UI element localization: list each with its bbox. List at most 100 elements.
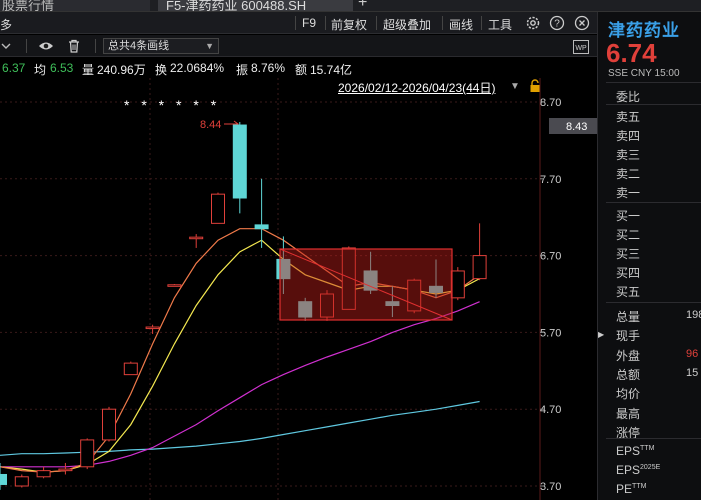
valuation-label-suffix: TTM xyxy=(640,445,655,452)
ask-level-label: 卖五 xyxy=(616,110,641,124)
stat-label: 总量 xyxy=(616,310,641,324)
settings-gear-icon[interactable] xyxy=(525,15,541,31)
stat-label: 最高 xyxy=(616,406,641,421)
overlay-button[interactable]: 超级叠加 xyxy=(383,16,431,33)
price-axis-tick: 4.70 xyxy=(540,404,561,416)
help-icon[interactable]: ? xyxy=(549,15,565,31)
toolbar: 多 F9 前复权 超级叠加 画线 工具 ? xyxy=(0,12,597,34)
ask-level-label: 卖三 xyxy=(616,148,641,162)
tab-market[interactable]: 股票行情 xyxy=(0,0,150,12)
drawing-toolbar: 总共4条画线 ▼ WP xyxy=(0,35,597,57)
toolbar-divider xyxy=(26,39,27,53)
tab-market-label: 股票行情 xyxy=(2,0,55,12)
chevron-down-icon[interactable] xyxy=(0,38,14,54)
tab-stock[interactable]: F5-津药药业 600488.SH xyxy=(158,0,353,12)
drawing-lines-dropdown[interactable]: 总共4条画线 ▼ xyxy=(103,38,219,54)
candle-down xyxy=(0,473,7,485)
candle-up xyxy=(80,439,95,468)
panel-divider xyxy=(606,82,701,83)
order-ratio-label: 委比 xyxy=(616,90,641,104)
valuation-label: EPS2025E xyxy=(616,463,660,477)
amount-value: 15.74亿 xyxy=(310,63,353,77)
panel-divider xyxy=(606,104,701,105)
candle-up xyxy=(36,470,51,478)
f9-button[interactable]: F9 xyxy=(302,16,316,30)
stat-label: 现手 xyxy=(616,329,641,344)
candle-up xyxy=(102,408,116,441)
quote-time: 15:00 xyxy=(654,68,680,79)
quote-panel: 津药药业 6.74 SSE CNY 15:00 委比 卖五 卖四 卖三 卖二 卖一 买一… xyxy=(597,12,701,500)
stock-meta: SSE CNY 15:00 xyxy=(608,68,680,79)
price-value: 6.37 xyxy=(2,61,26,75)
turnover-value: 22.0684% xyxy=(170,61,225,75)
bid-level-label: 买四 xyxy=(616,266,641,280)
bid-level-label: 买二 xyxy=(616,228,641,242)
amplitude-label: 振 xyxy=(236,63,249,77)
stat-value: 15 xyxy=(686,366,699,379)
currency-label: CNY xyxy=(630,68,652,79)
svg-text:?: ? xyxy=(554,19,560,30)
amount-label: 额 xyxy=(295,63,308,77)
volume-value: 240.96万 xyxy=(97,63,146,77)
exchange-label: SSE xyxy=(608,68,629,79)
price-axis-tick: 8.70 xyxy=(540,97,561,109)
bid-level-label: 买五 xyxy=(616,285,641,299)
candle-up xyxy=(14,476,29,487)
panel-divider xyxy=(606,302,701,303)
ask-level-label: 卖二 xyxy=(616,167,641,181)
candle-down xyxy=(232,124,247,199)
draw-line-button[interactable]: 画线 xyxy=(449,16,473,33)
tools-button[interactable]: 工具 xyxy=(488,16,512,33)
valuation-label-text: PE xyxy=(616,482,633,496)
kline-chart[interactable]: * * * * * * 8.44 8.70 7.70 6.70 5.70 4.70 3.7… xyxy=(0,78,597,500)
tab-bar: 股票行情 F5-津药药业 600488.SH + xyxy=(0,0,701,12)
eye-icon[interactable] xyxy=(38,38,54,54)
ask-level-label: 卖四 xyxy=(616,129,641,143)
toolbar-divider xyxy=(325,16,326,30)
stat-label: 外盘 xyxy=(616,348,641,363)
valuation-label-suffix: TTM xyxy=(632,483,647,490)
stat-value: 198 xyxy=(686,309,701,321)
stat-label: 均价 xyxy=(616,387,641,402)
panel-divider xyxy=(606,438,701,439)
toolbar-divider xyxy=(95,39,96,53)
stock-price: 6.74 xyxy=(606,38,657,68)
candle-up xyxy=(167,284,182,287)
price-axis-tick: 5.70 xyxy=(540,327,561,339)
expand-arrow-icon[interactable]: ▶ xyxy=(598,330,604,339)
toolbar-left-label[interactable]: 多 xyxy=(0,16,12,33)
drawing-lines-summary: 总共4条画线 xyxy=(108,40,170,52)
price-axis-tick: 3.70 xyxy=(540,481,561,493)
turnover-label: 换 xyxy=(155,63,168,77)
trash-icon[interactable] xyxy=(66,38,82,54)
candle-up xyxy=(450,270,465,299)
stat-value: 96 xyxy=(686,347,699,360)
add-tab-icon[interactable]: + xyxy=(358,0,367,11)
bid-level-label: 买一 xyxy=(616,209,641,223)
valuation-label: PETTM xyxy=(616,482,646,496)
candle-up xyxy=(58,468,73,472)
svg-text:WP: WP xyxy=(575,45,587,52)
valuation-label-text: EPS xyxy=(616,463,641,477)
toolbar-divider xyxy=(481,16,482,30)
fuquan-button[interactable]: 前复权 xyxy=(331,16,367,33)
quote-summary: 6.37 均 6.53 量 240.96万 换 22.0684% 振 8.76%… xyxy=(0,58,597,78)
candle-up xyxy=(211,193,225,224)
toolbar-divider xyxy=(376,16,377,30)
valuation-label: EPSTTM xyxy=(616,444,654,458)
tab-stock-label: F5-津药药业 600488.SH xyxy=(166,0,307,12)
valuation-label-suffix: 2025E xyxy=(640,464,661,471)
volume-label: 量 xyxy=(82,63,95,77)
close-icon[interactable] xyxy=(574,15,590,31)
price-axis-tick: 6.70 xyxy=(540,251,561,263)
wp-icon[interactable]: WP xyxy=(573,39,589,55)
amplitude-value: 8.76% xyxy=(251,61,286,75)
price-axis: 8.70 7.70 6.70 5.70 4.70 3.70 xyxy=(540,97,561,493)
toolbar-divider xyxy=(295,16,296,30)
high-price-label: 8.44 xyxy=(200,119,221,131)
ask-level-label: 卖一 xyxy=(616,186,641,200)
valuation-label-text: EPS xyxy=(616,444,641,458)
current-price-tag-value: 8.43 xyxy=(566,121,587,133)
event-markers: * * * * * * xyxy=(124,97,220,113)
bid-level-label: 买三 xyxy=(616,247,641,261)
